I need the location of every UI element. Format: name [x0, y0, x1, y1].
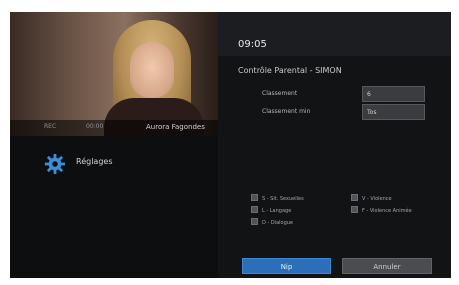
checkbox-sexual[interactable]: [251, 194, 258, 201]
parental-control-panel: 09:05 Contrôle Parental - SIMON Classeme…: [218, 12, 451, 278]
min-rating-field[interactable]: Tos: [362, 104, 425, 120]
checkbox-violence-label: V - Violence: [362, 196, 392, 202]
checkbox-language-label: L - Langage: [262, 208, 292, 214]
clock-bar: 09:05: [218, 12, 451, 56]
video-info-mid: 00:00: [86, 123, 104, 130]
panel-title: Contrôle Parental - SIMON: [238, 66, 342, 75]
checkbox-dialogue[interactable]: [251, 218, 258, 225]
gear-icon: [44, 153, 66, 175]
cancel-button[interactable]: Annuler: [342, 258, 432, 274]
rating-label: Classement: [262, 90, 298, 97]
checkbox-dialogue-label: D - Dialogue: [262, 220, 294, 226]
checkbox-language[interactable]: [251, 206, 258, 213]
ok-button[interactable]: Nip: [242, 258, 331, 274]
live-video-preview: REC 00:00 Aurora Fagondes: [10, 12, 218, 136]
settings-label: Réglages: [76, 157, 113, 166]
video-person-face: [130, 42, 174, 98]
video-info-bar: REC 00:00 Aurora Fagondes: [10, 120, 218, 136]
video-info-left: REC: [44, 123, 57, 130]
min-rating-label: Classement min: [262, 108, 311, 115]
clock: 09:05: [238, 39, 267, 50]
checkbox-animated-violence[interactable]: [351, 206, 358, 213]
checkbox-sexual-label: S - Sit. Sexuelles: [262, 196, 304, 202]
checkbox-animated-violence-label: F - Violence Animée: [362, 208, 412, 214]
channel-name: Aurora Fagondes: [146, 123, 205, 131]
rating-field[interactable]: 6: [362, 86, 425, 102]
tv-screen: REC 00:00 Aurora Fagondes Réglages 09:05: [10, 12, 451, 278]
checkbox-violence[interactable]: [351, 194, 358, 201]
